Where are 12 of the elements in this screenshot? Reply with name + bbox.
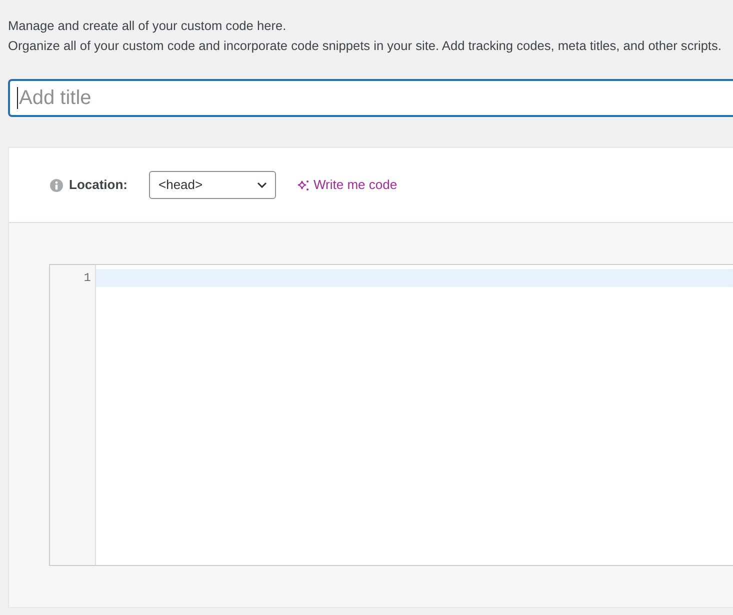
line-number: 1 xyxy=(82,270,92,287)
text-cursor-icon xyxy=(17,87,18,109)
description-text: Manage and create all of your custom code here. xyxy=(8,17,288,35)
sparkle-icon xyxy=(296,180,308,190)
info-icon xyxy=(50,178,63,192)
chevron-down-icon xyxy=(256,182,266,188)
write-code-link[interactable]: Write me code xyxy=(296,175,398,195)
description-text: Organize all of your custom code and incorporate code snippets in your site. Add tracking codes, meta titles, and other scripts. xyxy=(8,37,722,55)
code-editor-field[interactable]: 1 xyxy=(49,264,733,566)
location-label: Location: xyxy=(69,176,128,194)
title-input-field[interactable]: Add title xyxy=(8,79,733,117)
location-dropdown[interactable]: <head> xyxy=(148,171,276,199)
